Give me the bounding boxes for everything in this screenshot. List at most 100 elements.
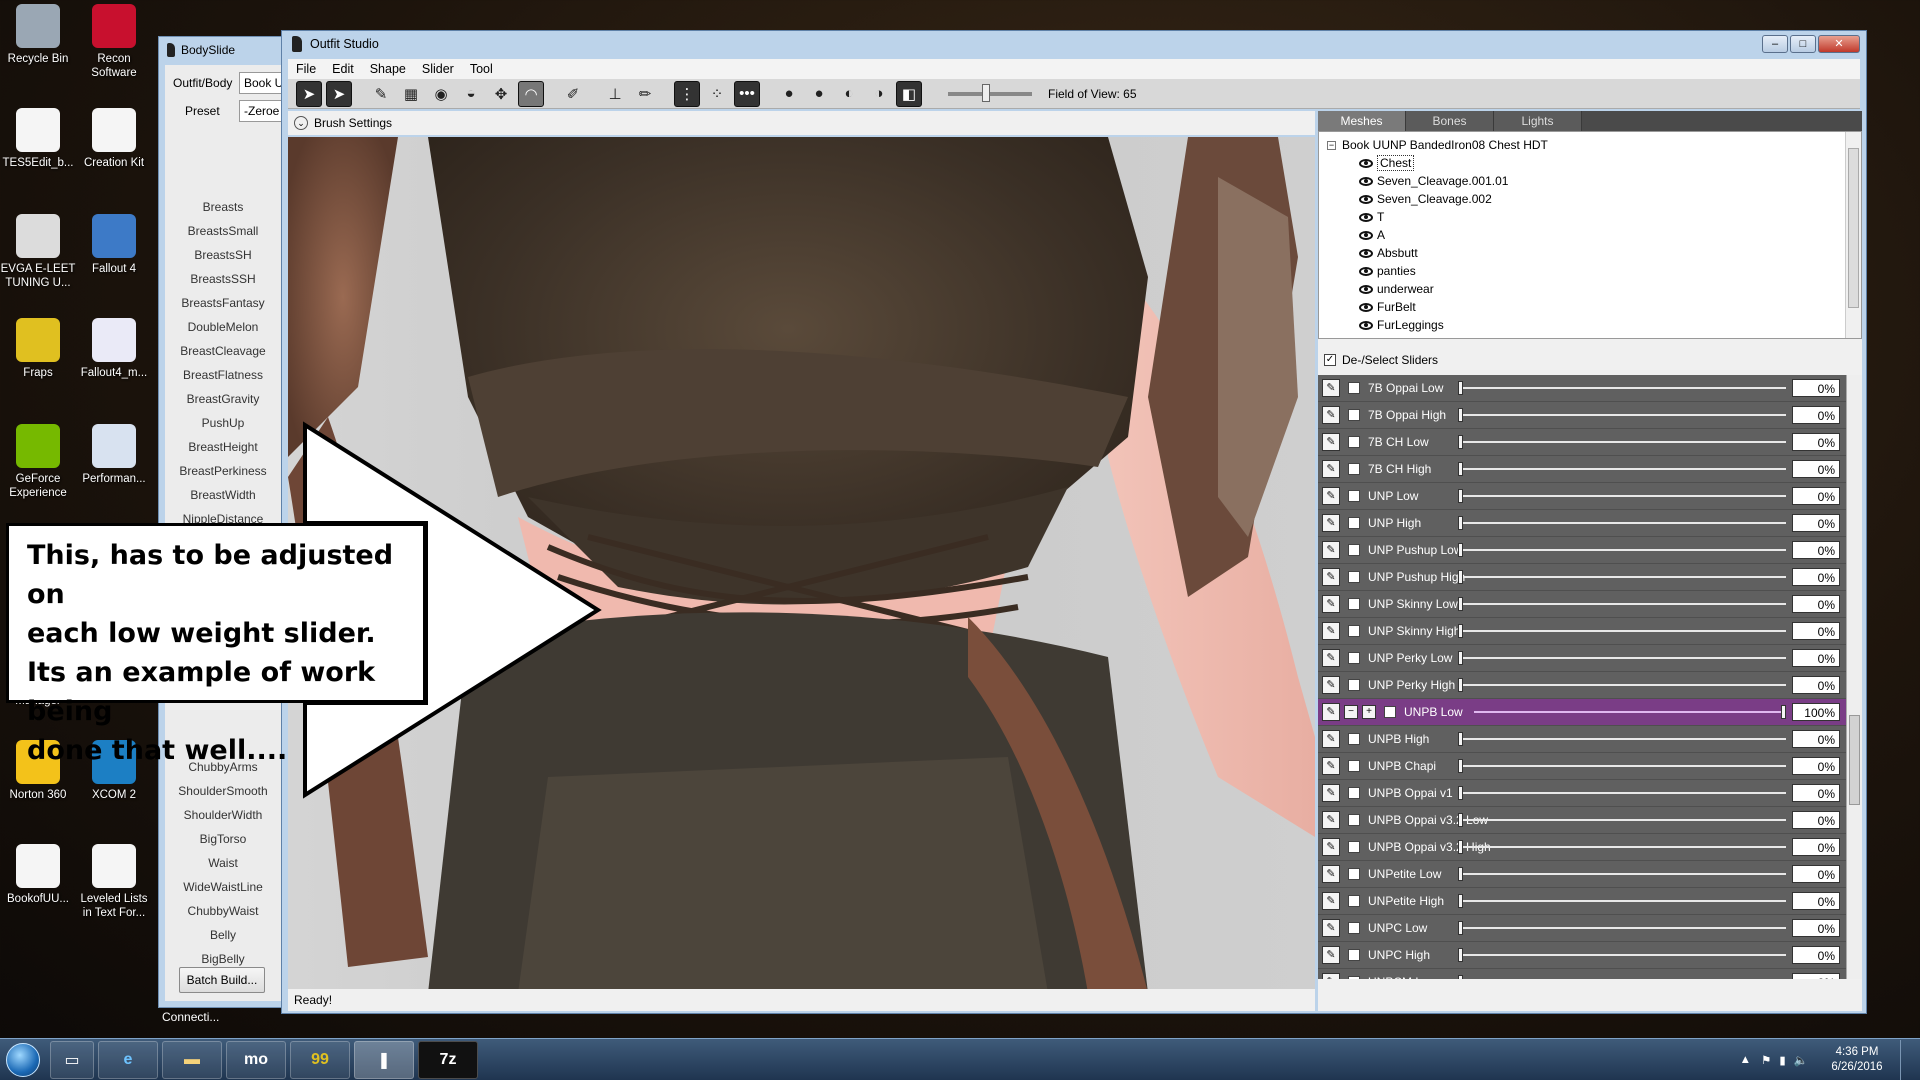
slider-thumb[interactable] xyxy=(1458,786,1463,800)
tab-bones[interactable]: Bones xyxy=(1406,111,1494,131)
slider-value[interactable]: 0% xyxy=(1792,784,1840,802)
slider-checkbox[interactable]: ✓ xyxy=(1348,760,1360,772)
slider-thumb[interactable] xyxy=(1458,732,1463,746)
slider-thumb[interactable] xyxy=(1781,705,1786,719)
slider-checkbox[interactable]: ✓ xyxy=(1348,409,1360,421)
close-button[interactable]: ✕ xyxy=(1818,35,1860,53)
slider-track[interactable] xyxy=(1458,516,1786,530)
slider-row[interactable]: ✎ ✓ UNP Skinny Low 0% xyxy=(1318,591,1862,618)
edit-slider-pencil-icon[interactable]: ✎ xyxy=(1322,919,1340,937)
slider-track[interactable] xyxy=(1458,840,1786,854)
slider-track[interactable] xyxy=(1458,381,1786,395)
desktop-icon[interactable]: EVGA E-LEET TUNING U... xyxy=(0,214,76,290)
brush-tool-icon[interactable]: ✎ xyxy=(368,81,394,107)
internet-explorer-icon[interactable]: e xyxy=(98,1040,158,1079)
slider-row[interactable]: ✎ ✓ UNPCM Low 0% xyxy=(1318,969,1862,979)
mesh-item[interactable]: Chest xyxy=(1327,154,1861,172)
slider-thumb[interactable] xyxy=(1458,651,1463,665)
slider-track[interactable] xyxy=(1458,543,1786,557)
select-tool-icon[interactable]: ➤ xyxy=(296,80,322,107)
slider-scrollbar[interactable] xyxy=(1846,375,1862,979)
slider-track[interactable] xyxy=(1458,948,1786,962)
slider-value[interactable]: 0% xyxy=(1792,973,1840,979)
desktop-icon[interactable]: Fallout4_m... xyxy=(76,318,152,380)
edit-slider-pencil-icon[interactable]: ✎ xyxy=(1322,379,1340,397)
slider-value[interactable]: 0% xyxy=(1792,433,1840,451)
slider-thumb[interactable] xyxy=(1458,867,1463,881)
slider-value[interactable]: 0% xyxy=(1792,892,1840,910)
field-of-view-slider[interactable] xyxy=(948,83,1032,102)
slider-row[interactable]: ✎ ✓ UNPC Low 0% xyxy=(1318,915,1862,942)
volume-icon[interactable]: 🔈 xyxy=(1794,1053,1808,1067)
mesh-item[interactable]: FurLeggings xyxy=(1327,316,1861,334)
slider-value[interactable]: 0% xyxy=(1792,460,1840,478)
slider-checkbox[interactable]: ✓ xyxy=(1384,706,1396,718)
slider-track[interactable] xyxy=(1458,408,1786,422)
slider-value[interactable]: 0% xyxy=(1792,919,1840,937)
visibility-eye-icon[interactable] xyxy=(1359,248,1373,258)
slider-minus-button[interactable]: − xyxy=(1344,705,1358,719)
deselect-sliders-row[interactable]: ✓ De-/Select Sliders xyxy=(1318,347,1862,373)
slider-checkbox[interactable]: ✓ xyxy=(1348,949,1360,961)
slider-checkbox[interactable]: ✓ xyxy=(1348,868,1360,880)
slider-checkbox[interactable]: ✓ xyxy=(1348,922,1360,934)
slider-checkbox[interactable]: ✓ xyxy=(1348,463,1360,475)
slider-value[interactable]: 0% xyxy=(1792,730,1840,748)
slider-value[interactable]: 0% xyxy=(1792,379,1840,397)
slider-track[interactable] xyxy=(1458,651,1786,665)
slider-checkbox[interactable]: ✓ xyxy=(1348,787,1360,799)
visibility-eye-icon[interactable] xyxy=(1359,158,1373,168)
slider-row[interactable]: ✎ ✓ 7B CH High 0% xyxy=(1318,456,1862,483)
slider-checkbox[interactable]: ✓ xyxy=(1348,382,1360,394)
slider-checkbox[interactable]: ✓ xyxy=(1348,733,1360,745)
edit-slider-pencil-icon[interactable]: ✎ xyxy=(1322,703,1340,721)
edit-slider-pencil-icon[interactable]: ✎ xyxy=(1322,784,1340,802)
edit-slider-pencil-icon[interactable]: ✎ xyxy=(1322,595,1340,613)
brush-settings-bar[interactable]: ⌄ Brush Settings xyxy=(288,111,1315,135)
slider-row[interactable]: ✎ ✓ UNPB High 0% xyxy=(1318,726,1862,753)
slider-row[interactable]: ✎ ✓ UNPetite High 0% xyxy=(1318,888,1862,915)
axis-tool-icon[interactable]: ⊥ xyxy=(602,81,628,107)
inflate-tool-icon[interactable]: ◉ xyxy=(428,81,454,107)
edit-slider-pencil-icon[interactable]: ✎ xyxy=(1322,649,1340,667)
slider-value[interactable]: 0% xyxy=(1792,514,1840,532)
edit-slider-pencil-icon[interactable]: ✎ xyxy=(1322,946,1340,964)
slider-checkbox[interactable]: ✓ xyxy=(1348,625,1360,637)
desktop-icon[interactable]: Recycle Bin xyxy=(0,4,76,66)
start-button[interactable] xyxy=(0,1039,46,1080)
wireframe-view-icon[interactable]: ● xyxy=(806,81,832,107)
batch-build-button[interactable]: Batch Build... xyxy=(179,967,265,993)
desktop-icon[interactable]: GeForce Experience xyxy=(0,424,76,500)
slider-track[interactable] xyxy=(1458,462,1786,476)
slider-checkbox[interactable]: ✓ xyxy=(1348,814,1360,826)
slider-checkbox[interactable]: ✓ xyxy=(1348,490,1360,502)
slider-value[interactable]: 0% xyxy=(1792,649,1840,667)
slider-value[interactable]: 0% xyxy=(1792,838,1840,856)
slider-track[interactable] xyxy=(1474,705,1786,719)
fraps-taskbar-icon[interactable]: 99 xyxy=(290,1040,350,1079)
slider-thumb[interactable] xyxy=(1458,381,1463,395)
mesh-item[interactable]: Seven_Cleavage.001.01 xyxy=(1327,172,1861,190)
edit-slider-pencil-icon[interactable]: ✎ xyxy=(1322,973,1340,979)
edit-slider-pencil-icon[interactable]: ✎ xyxy=(1322,676,1340,694)
visibility-eye-icon[interactable] xyxy=(1359,176,1373,186)
slider-thumb[interactable] xyxy=(1458,948,1463,962)
slider-scroll-thumb[interactable] xyxy=(1849,715,1860,805)
outfit-studio-taskbar-icon[interactable]: ❚ xyxy=(354,1040,414,1079)
mesh-item[interactable]: underwear xyxy=(1327,280,1861,298)
visibility-eye-icon[interactable] xyxy=(1359,339,1373,340)
slider-row[interactable]: ✎ ✓ UNPB Oppai v3.2 High 0% xyxy=(1318,834,1862,861)
explorer-taskbar-icon[interactable]: ▭ xyxy=(50,1040,94,1079)
slider-track[interactable] xyxy=(1458,867,1786,881)
slider-checkbox[interactable]: ✓ xyxy=(1348,571,1360,583)
desktop-icon[interactable]: Performan... xyxy=(76,424,152,486)
slider-row[interactable]: ✎ ✓ UNP Skinny High 0% xyxy=(1318,618,1862,645)
slider-thumb[interactable] xyxy=(1458,597,1463,611)
slider-value[interactable]: 0% xyxy=(1792,541,1840,559)
tray-expand-icon[interactable]: ▲ xyxy=(1740,1054,1751,1066)
vertex-view-icon[interactable]: ••• xyxy=(734,80,760,107)
tree-root[interactable]: − Book UUNP BandedIron08 Chest HDT xyxy=(1327,136,1861,154)
mesh-item[interactable]: FurBelt xyxy=(1327,298,1861,316)
weight-brush-icon[interactable]: ✐ xyxy=(560,81,586,107)
slider-row[interactable]: ✎ ✓ UNP Pushup Low 0% xyxy=(1318,537,1862,564)
